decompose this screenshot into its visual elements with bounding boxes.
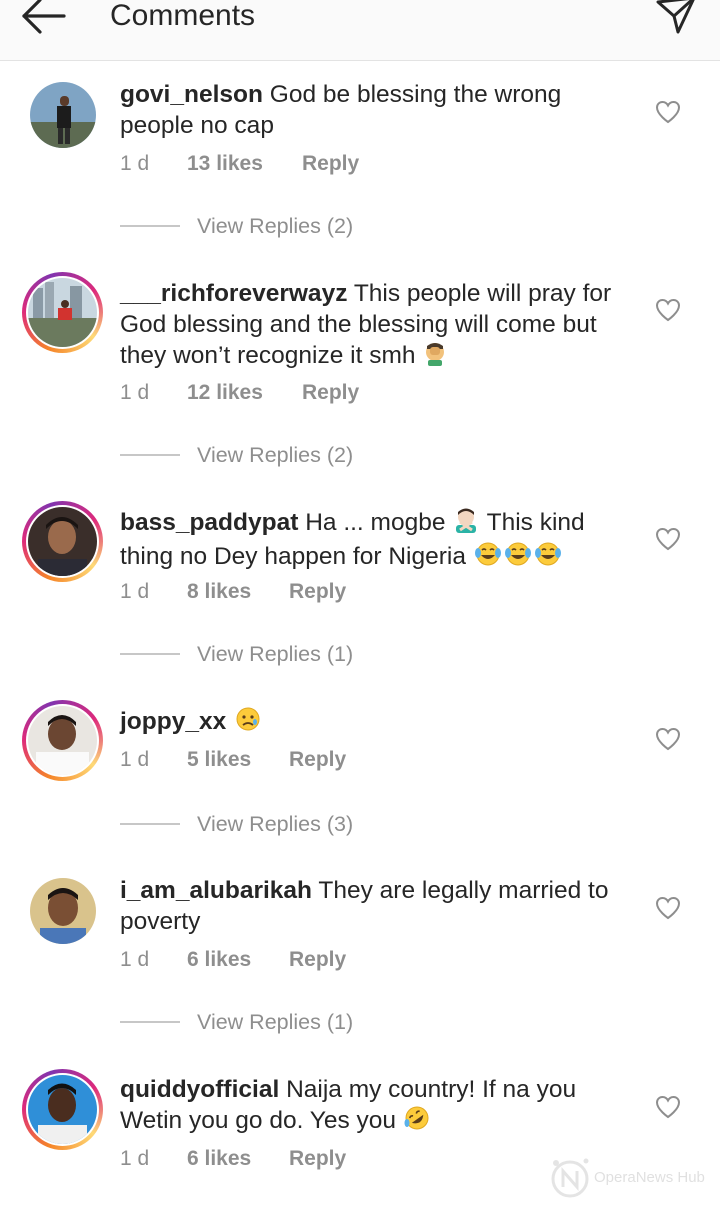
comment-text: govi_nelson God be blessing the wrong pe…: [120, 79, 640, 141]
comment-text: bass_paddypat Ha ... mogbe This kind thi…: [120, 507, 640, 575]
comment-username[interactable]: i_am_alubarikah: [120, 877, 312, 904]
replies-divider: [120, 653, 180, 655]
page-title: Comments: [110, 0, 256, 32]
view-replies-label[interactable]: View Replies (1): [197, 639, 353, 669]
comment-text: ___richforeverwayz This people will pray…: [120, 278, 640, 374]
comment-likes[interactable]: 6 likes: [187, 1147, 251, 1171]
comment-time: 1 d: [120, 580, 150, 603]
comment-likes[interactable]: 6 likes: [187, 948, 251, 972]
like-button[interactable]: [655, 298, 681, 322]
tears-of-joy-emoji-icon: [473, 541, 503, 575]
like-button[interactable]: [655, 527, 681, 551]
avatar-button[interactable]: [22, 1069, 103, 1150]
opera-news-logo-icon: [551, 1158, 589, 1198]
tears-of-joy-emoji-icon: [533, 541, 563, 575]
view-replies-label[interactable]: View Replies (3): [197, 809, 353, 839]
comment-text: quiddyofficial Naija my country! If na y…: [120, 1074, 640, 1139]
replies-divider: [120, 1021, 180, 1023]
watermark-text: OperaNews Hub: [594, 1169, 705, 1186]
reply-button[interactable]: Reply: [289, 948, 346, 972]
like-button[interactable]: [655, 896, 681, 920]
paper-plane-icon: [656, 0, 695, 34]
avatar: [28, 507, 97, 576]
avatar: [30, 82, 96, 148]
share-button[interactable]: [652, 0, 700, 40]
heart-icon: [655, 727, 681, 751]
reply-button[interactable]: Reply: [289, 580, 346, 604]
back-button[interactable]: [18, 0, 70, 38]
heart-icon: [655, 527, 681, 551]
replies-divider: [120, 225, 180, 227]
person-gesturing-no-emoji-icon: [452, 507, 480, 541]
comment-username[interactable]: bass_paddypat: [120, 509, 298, 536]
comment-time: 1 d: [120, 152, 150, 175]
comment-time: 1 d: [120, 748, 150, 771]
reply-button[interactable]: Reply: [302, 381, 359, 405]
reply-button[interactable]: Reply: [289, 1147, 346, 1171]
avatar-button[interactable]: [22, 700, 103, 781]
rolling-on-floor-laughing-emoji-icon: [403, 1105, 431, 1139]
heart-icon: [655, 100, 681, 124]
avatar-button[interactable]: [22, 272, 103, 353]
comment-username[interactable]: quiddyofficial: [120, 1076, 279, 1103]
view-replies-label[interactable]: View Replies (1): [197, 1007, 353, 1037]
comment-likes[interactable]: 5 likes: [187, 748, 251, 772]
avatar-button[interactable]: [22, 82, 103, 163]
top-bar: Comments: [0, 0, 720, 61]
comment-text: i_am_alubarikah They are legally married…: [120, 875, 640, 937]
tears-of-joy-emoji-icon: [503, 541, 533, 575]
comment-likes[interactable]: 13 likes: [187, 152, 263, 176]
comment-username[interactable]: joppy_xx: [120, 708, 226, 735]
avatar-button[interactable]: [22, 501, 103, 582]
view-replies-label[interactable]: View Replies (2): [197, 440, 353, 470]
like-button[interactable]: [655, 100, 681, 124]
reply-button[interactable]: Reply: [302, 152, 359, 176]
comment-text: joppy_xx: [120, 706, 640, 740]
heart-icon: [655, 896, 681, 920]
comment-body-start: Ha ... mogbe: [305, 509, 446, 536]
comment-likes[interactable]: 8 likes: [187, 580, 251, 604]
face-palm-emoji-icon: [422, 340, 448, 374]
avatar: [28, 278, 97, 347]
comment-likes[interactable]: 12 likes: [187, 381, 263, 405]
comment-time: 1 d: [120, 948, 150, 971]
replies-divider: [120, 823, 180, 825]
sad-relieved-face-emoji-icon: [233, 706, 263, 740]
comment-username[interactable]: govi_nelson: [120, 81, 263, 108]
reply-button[interactable]: Reply: [289, 748, 346, 772]
comment-username[interactable]: ___richforeverwayz: [120, 280, 347, 307]
view-replies-label[interactable]: View Replies (2): [197, 211, 353, 241]
avatar: [30, 878, 96, 944]
avatar: [28, 1075, 97, 1144]
replies-divider: [120, 454, 180, 456]
like-button[interactable]: [655, 1095, 681, 1119]
like-button[interactable]: [655, 727, 681, 751]
comment-time: 1 d: [120, 1147, 150, 1170]
back-arrow-icon: [22, 0, 66, 34]
heart-icon: [655, 1095, 681, 1119]
avatar-button[interactable]: [22, 878, 103, 959]
watermark: OperaNews Hub: [548, 1155, 714, 1201]
avatar: [28, 706, 97, 775]
heart-icon: [655, 298, 681, 322]
comment-time: 1 d: [120, 381, 150, 404]
